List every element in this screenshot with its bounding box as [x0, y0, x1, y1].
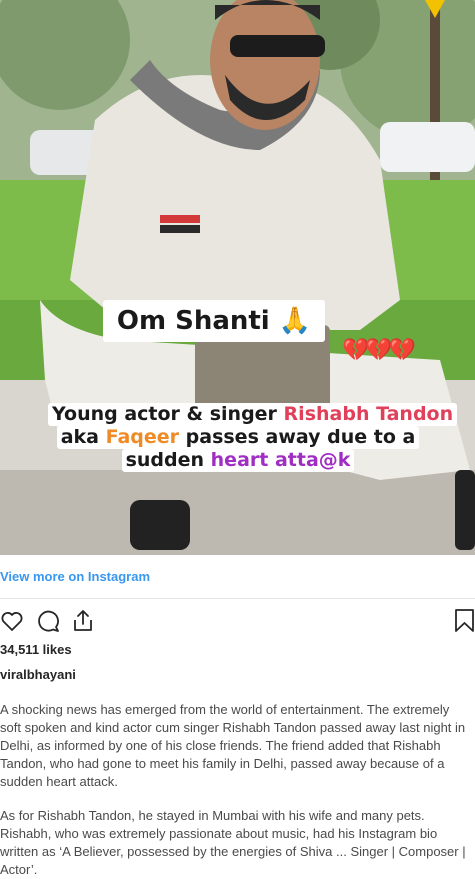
headline-line3-prefix: sudden	[125, 449, 211, 471]
threads-icon: @	[318, 449, 338, 471]
headline-line1-highlight: Rishabh Tandon	[283, 403, 454, 425]
overlay-title-text: Om Shanti 🙏	[116, 306, 312, 336]
broken-hearts: 💔💔💔	[342, 337, 416, 362]
divider	[0, 598, 475, 599]
caption-paragraph-2: As for Rishabh Tandon, he stayed in Mumb…	[0, 808, 466, 877]
comment-icon[interactable]	[35, 608, 61, 639]
headline-line1-prefix: Young actor & singer	[52, 403, 284, 425]
username[interactable]: viralbhayani	[0, 667, 76, 682]
view-more-link[interactable]: View more on Instagram	[0, 569, 150, 584]
headline-line-2: aka Faqeer passes away due to a	[56, 426, 420, 449]
headline-line2-highlight: Faqeer	[105, 426, 180, 448]
overlay-title: Om Shanti 🙏	[103, 300, 325, 342]
headline-line3-suffix: k	[337, 449, 351, 471]
post-image[interactable]: Om Shanti 🙏 💔💔💔 Young actor & singer Ris…	[0, 0, 475, 555]
bookmark-icon[interactable]	[454, 608, 475, 638]
overlay-headline: Young actor & singer Rishabh Tandon aka …	[48, 399, 458, 476]
headline-line-3: sudden heart atta@k	[121, 449, 355, 472]
headline-line2-suffix: passes away due to a	[179, 426, 416, 448]
headline-line-1: Young actor & singer Rishabh Tandon	[48, 403, 458, 426]
likes-count[interactable]: 34,511 likes	[0, 642, 72, 657]
headline-line3-highlight: heart atta	[210, 449, 319, 471]
share-icon[interactable]	[70, 608, 96, 639]
caption-paragraph-1: A shocking news has emerged from the wor…	[0, 702, 466, 789]
headline-line2-prefix: aka	[60, 426, 106, 448]
heart-icon[interactable]	[0, 609, 24, 638]
